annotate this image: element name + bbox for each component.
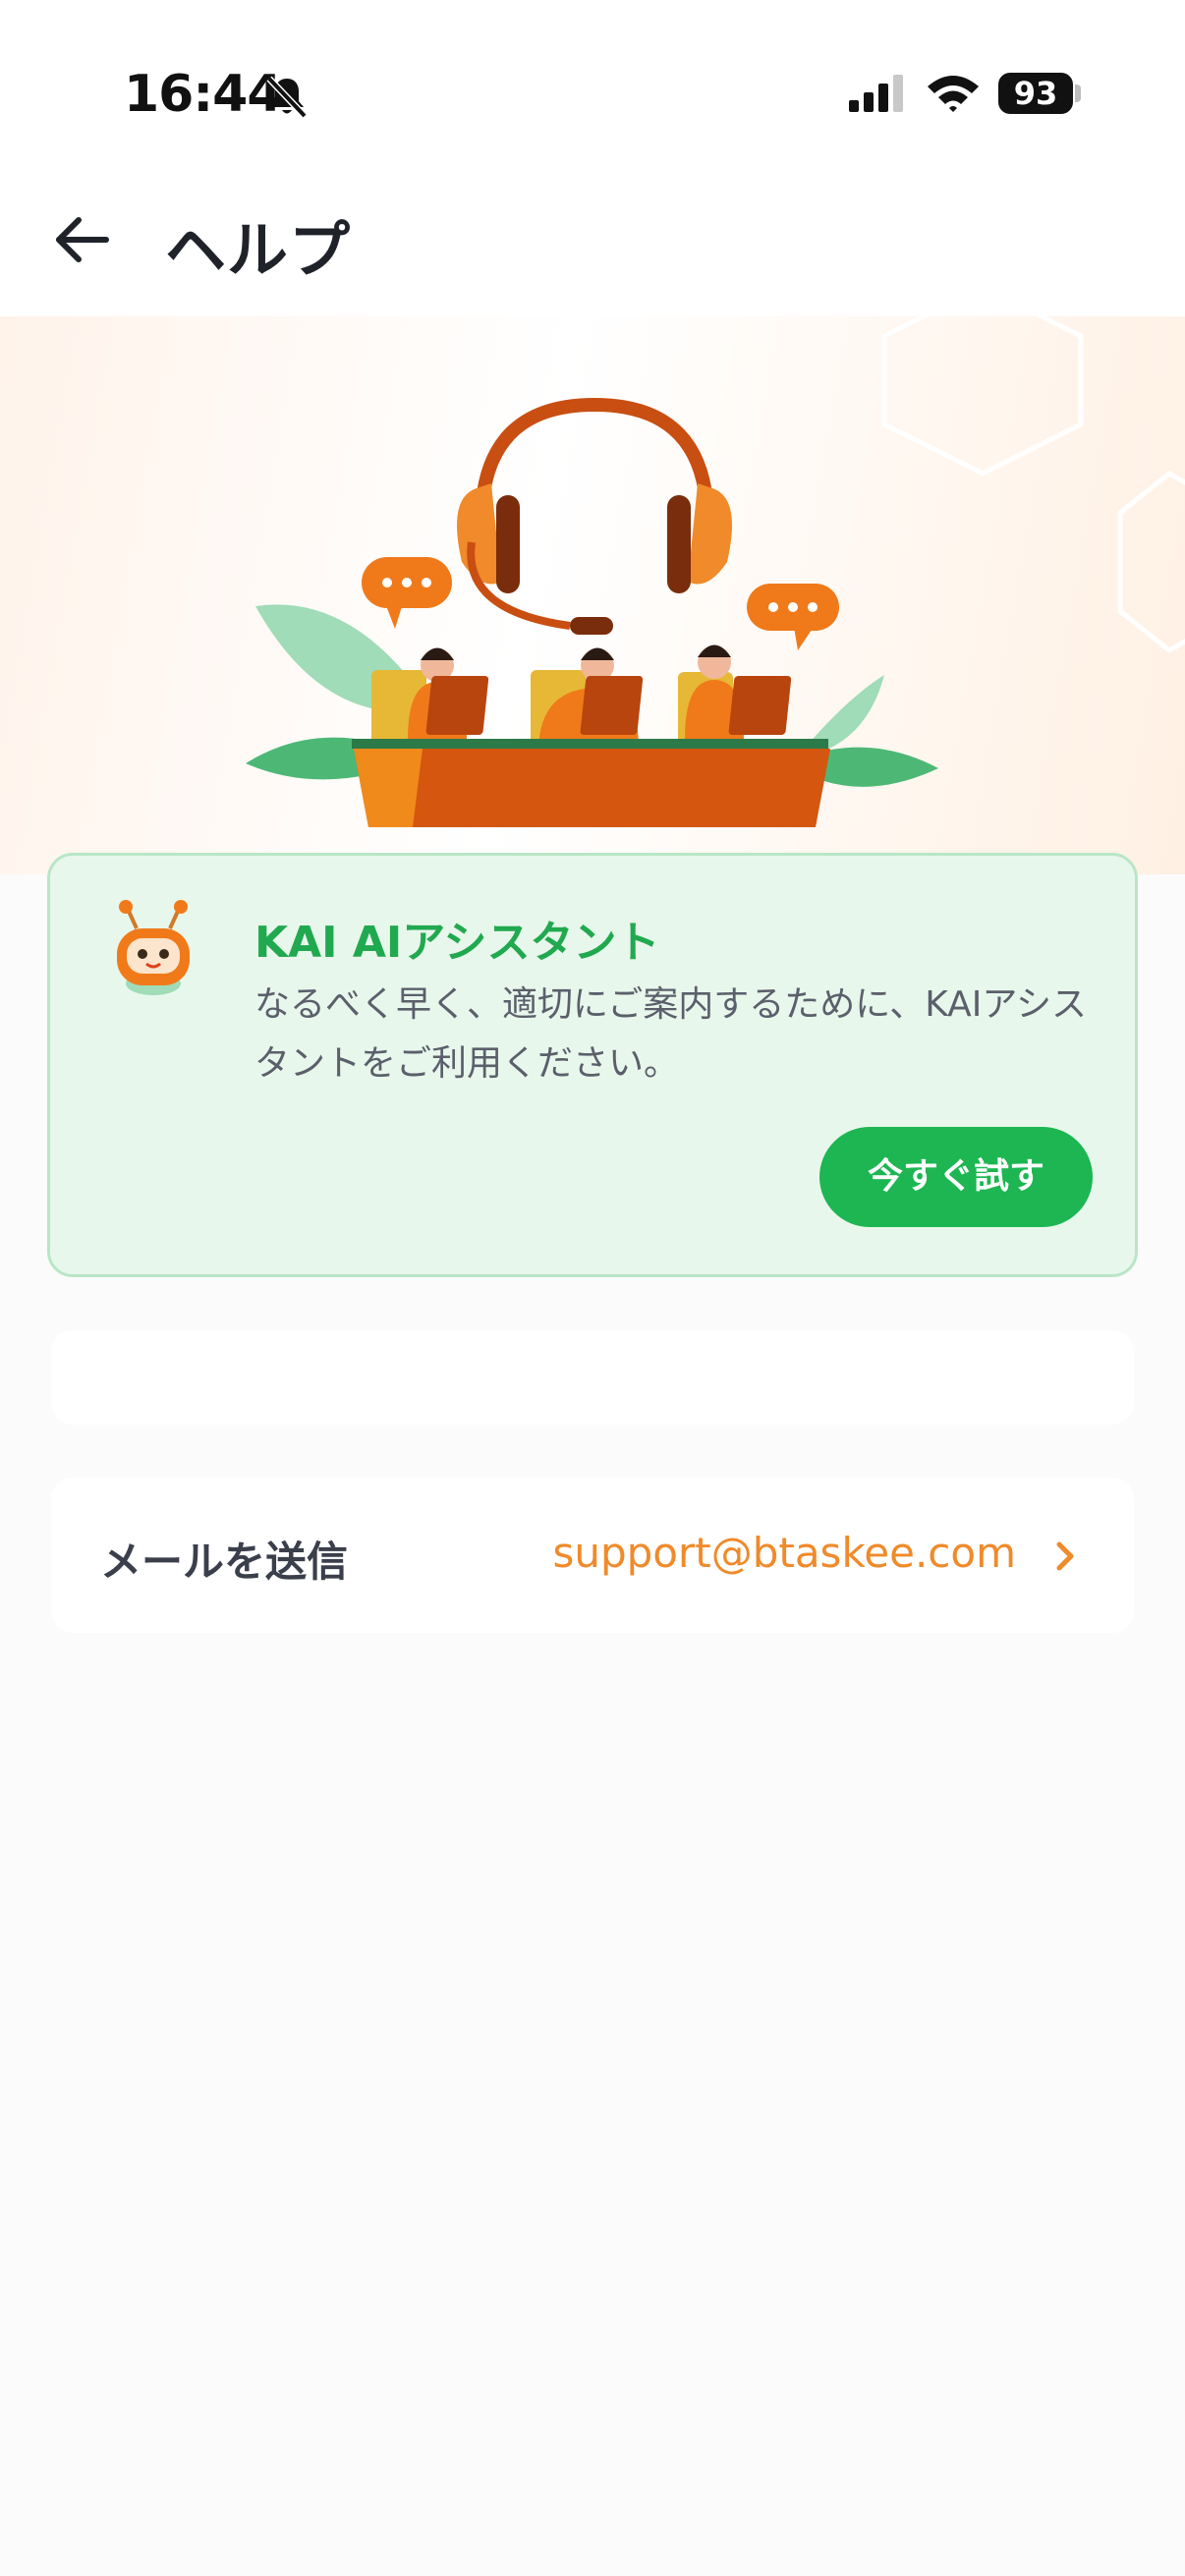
- nav-bar: ヘルプ: [0, 157, 1185, 316]
- kai-assistant-card: KAI AIアシスタント なるべく早く、適切にご案内するために、KAIアシスタン…: [47, 853, 1138, 1277]
- back-arrow-icon[interactable]: [45, 202, 120, 277]
- kai-description: なるべく早く、適切にご案内するために、KAIアシスタントをご利用ください。: [254, 984, 1087, 1084]
- battery-tip: [1075, 84, 1081, 102]
- kai-robot-icon: [117, 900, 190, 995]
- signal-icon: [849, 75, 903, 112]
- empty-card: [51, 1330, 1134, 1425]
- battery-icon: 93: [998, 73, 1073, 114]
- status-bar: 16:44 93: [0, 0, 1185, 157]
- kai-title: KAI AIアシスタント: [254, 918, 660, 968]
- support-team-illustration: [246, 316, 1185, 827]
- send-email-row[interactable]: メールを送信 support@btaskee.com: [51, 1478, 1134, 1633]
- chevron-right-icon: [1056, 1541, 1074, 1571]
- wifi-icon: [928, 76, 979, 112]
- bell-slash-icon: [266, 76, 308, 119]
- hero-illustration: [0, 316, 1185, 874]
- send-email-label: メールを送信: [100, 1538, 349, 1586]
- status-time: 16:44: [124, 65, 283, 124]
- try-now-button[interactable]: 今すぐ試す: [819, 1127, 1093, 1227]
- support-email-value[interactable]: support@btaskee.com: [552, 1529, 1016, 1577]
- page-title: ヘルプ: [165, 214, 352, 286]
